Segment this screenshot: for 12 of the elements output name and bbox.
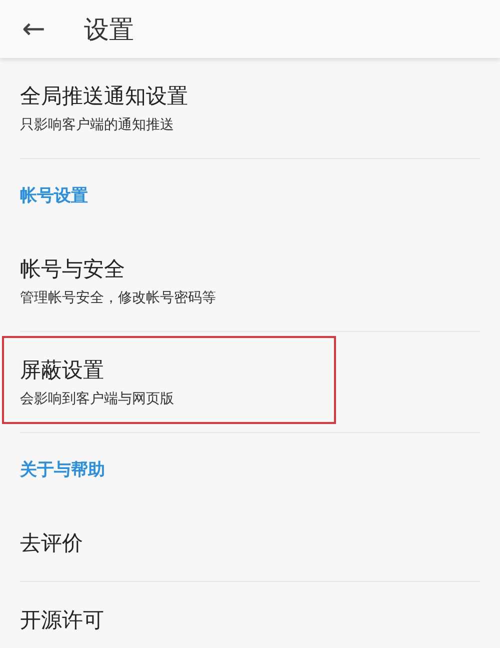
setting-description: 会影响到客户端与网页版 <box>20 390 175 408</box>
setting-title[interactable]: 屏蔽设置 <box>20 356 480 384</box>
page-title: 设置 <box>84 14 134 46</box>
setting-title[interactable]: 帐号与安全 <box>20 255 480 283</box>
setting-description: 管理帐号安全，修改帐号密码等 <box>20 289 217 307</box>
back-button[interactable]: ← <box>22 15 58 43</box>
setting-title[interactable]: 去评价 <box>20 529 480 557</box>
setting-description: 只影响客户端的通知推送 <box>20 116 175 134</box>
setting-title[interactable]: 开源许可 <box>20 606 480 634</box>
section-header: 关于与帮助 <box>20 458 105 480</box>
setting-title[interactable]: 全局推送通知设置 <box>20 82 480 110</box>
section-header: 帐号设置 <box>20 184 88 206</box>
